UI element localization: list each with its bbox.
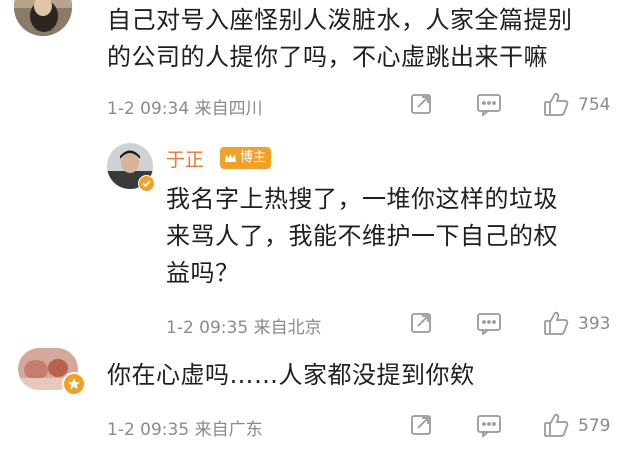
comment-2-time: 1-2 09:35: [107, 420, 190, 440]
avatar-photo: [14, 0, 72, 36]
share-icon[interactable]: [409, 413, 433, 437]
verified-icon: [62, 372, 86, 396]
like-icon[interactable]: [542, 411, 570, 439]
comment-icon[interactable]: [476, 92, 502, 117]
comment-1-text-line-1: 自己对号入座怪别人泼脏水，人家全篇提别: [107, 6, 573, 34]
comment-1-like-count: 754: [578, 95, 611, 115]
comment-1-location: 来自四川: [194, 99, 263, 119]
reply-time: 1-2 09:35: [166, 318, 249, 338]
comment-2-text: 你在心虚吗……人家都没提到你欸: [107, 361, 475, 389]
badge-label: 博主: [240, 150, 267, 165]
reply-author-name[interactable]: 于正: [166, 145, 204, 172]
reply-text-line-1: 我名字上热搜了，一堆你这样的垃圾: [166, 185, 558, 213]
author-badge: 博主: [220, 147, 272, 169]
reply-meta: 1-2 09:35 来自北京: [166, 313, 322, 338]
comment-icon[interactable]: [476, 311, 502, 336]
comment-2-location: 来自广东: [194, 420, 263, 440]
comment-1-time: 1-2 09:34: [107, 99, 190, 119]
reply-text-line-2: 来骂人了，我能不维护一下自己的权: [166, 222, 558, 250]
avatar-commenter-1[interactable]: [14, 0, 72, 36]
comment-2-like-count: 579: [578, 416, 611, 436]
like-icon[interactable]: [542, 309, 570, 337]
comment-1-text-line-2: 的公司的人提你了吗，不心虚跳出来干嘛: [107, 43, 548, 71]
crown-icon: [225, 153, 236, 162]
reply-location: 来自北京: [253, 318, 322, 338]
comment-2-meta: 1-2 09:35 来自广东: [107, 415, 263, 440]
share-icon[interactable]: [409, 92, 433, 116]
like-icon[interactable]: [542, 90, 570, 118]
reply-like-count: 393: [578, 314, 611, 334]
share-icon[interactable]: [409, 311, 433, 335]
verified-icon: [138, 175, 155, 192]
reply-text-line-3: 益吗？: [166, 259, 240, 287]
comment-icon[interactable]: [476, 413, 502, 438]
comment-1-meta: 1-2 09:34 来自四川: [107, 94, 263, 119]
